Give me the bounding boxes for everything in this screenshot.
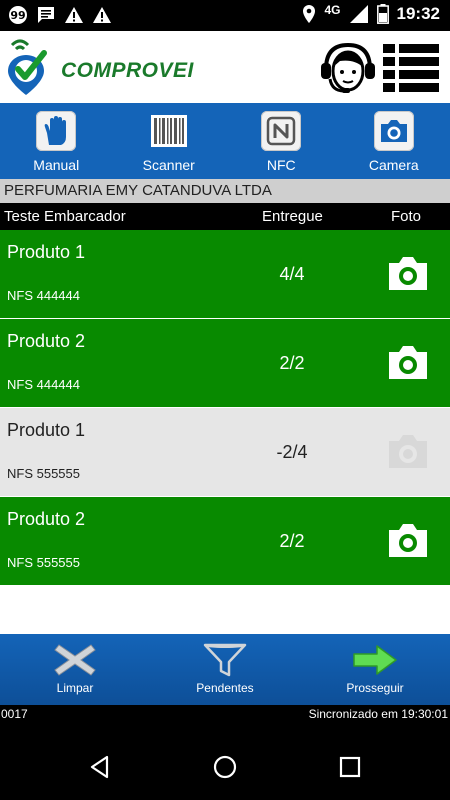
item-name: Produto 2 xyxy=(7,509,86,529)
item-invoice: NFS 555555 xyxy=(7,466,80,481)
mode-nfc-label: NFC xyxy=(266,157,296,173)
capture-mode-toolbar: Manual Scanner NFC Camera xyxy=(0,103,450,179)
proceed-button[interactable]: Prosseguir xyxy=(300,634,450,705)
close-x-icon xyxy=(54,644,96,676)
recents-icon[interactable] xyxy=(338,755,362,779)
pending-filter-button[interactable]: Pendentes xyxy=(150,634,300,705)
item-delivered-count: 2/2 xyxy=(279,353,305,373)
pending-label: Pendentes xyxy=(196,681,254,695)
clear-label: Limpar xyxy=(56,681,94,695)
system-nav-bar xyxy=(0,727,450,800)
filter-funnel-icon xyxy=(203,643,247,677)
item-invoice: NFS 555555 xyxy=(7,555,80,570)
mode-manual-button[interactable]: Manual xyxy=(0,103,113,179)
item-delivered-count: 2/2 xyxy=(279,531,305,551)
camera-icon xyxy=(380,120,407,142)
item-invoice: NFS 444444 xyxy=(7,377,80,392)
mode-manual-label: Manual xyxy=(33,157,80,173)
clock: 19:32 xyxy=(396,4,440,23)
network-type: 4G xyxy=(324,3,341,17)
company-name: PERFUMARIA EMY CATANDUVA LTDA xyxy=(0,179,450,203)
hand-icon xyxy=(44,116,67,145)
item-row[interactable]: Produto 1 NFS 444444 4/4 xyxy=(0,230,450,319)
camera-icon xyxy=(389,435,427,468)
comprovei-logo: COMPROVEI xyxy=(4,37,194,97)
status-bar: 99 4G 19:32 xyxy=(0,0,450,31)
message-icon xyxy=(38,7,54,23)
sync-status: Sincronizado em 19:30:01 xyxy=(308,707,448,721)
camera-icon[interactable] xyxy=(387,521,429,559)
mode-scanner-label: Scanner xyxy=(142,157,195,173)
home-icon[interactable] xyxy=(213,755,237,779)
item-name: Produto 1 xyxy=(7,242,86,262)
item-delivered-count: 4/4 xyxy=(279,264,305,284)
column-delivered: Entregue xyxy=(262,208,323,225)
item-row[interactable]: Produto 2 NFS 444444 2/2 xyxy=(0,319,450,408)
arrow-right-icon xyxy=(353,645,397,675)
battery-icon xyxy=(376,4,389,24)
item-row[interactable]: Produto 1 NFS 555555 -2/4 xyxy=(0,408,450,497)
back-icon[interactable] xyxy=(88,755,112,779)
item-delivered-count: -2/4 xyxy=(276,442,308,462)
device-code: 0017 xyxy=(1,707,28,721)
nfc-icon xyxy=(267,116,296,146)
camera-icon[interactable] xyxy=(387,343,429,381)
table-header: Teste Embarcador Entregue Foto xyxy=(0,203,450,230)
menu-list-icon[interactable] xyxy=(383,42,439,94)
sync-footer: 0017 Sincronizado em 19:30:01 xyxy=(0,705,450,727)
item-row[interactable]: Produto 2 NFS 555555 2/2 xyxy=(0,497,450,586)
mode-camera-label: Camera xyxy=(368,157,419,173)
location-icon xyxy=(302,5,315,23)
logo-pin-icon xyxy=(8,39,47,95)
proceed-label: Prosseguir xyxy=(346,681,404,695)
item-name: Produto 2 xyxy=(7,331,86,351)
chat-bubble-icon: 99 xyxy=(9,6,27,24)
support-agent-icon[interactable] xyxy=(318,39,378,97)
action-toolbar: Limpar Pendentes Prosseguir xyxy=(0,634,450,705)
barcode-icon xyxy=(150,115,187,147)
mode-scanner-button[interactable]: Scanner xyxy=(113,103,226,179)
svg-text:99: 99 xyxy=(10,9,25,22)
item-name: Produto 1 xyxy=(7,420,86,440)
warning-icon xyxy=(65,7,83,23)
logo-text: COMPROVEI xyxy=(61,59,194,82)
warning-icon xyxy=(93,7,111,23)
column-shipper: Teste Embarcador xyxy=(4,208,126,225)
delivery-item-list: Produto 1 NFS 444444 4/4 Produto 2 NFS 4… xyxy=(0,230,450,634)
mode-nfc-button[interactable]: NFC xyxy=(225,103,338,179)
app-header: COMPROVEI xyxy=(0,31,450,103)
signal-icon xyxy=(349,5,368,23)
item-invoice: NFS 444444 xyxy=(7,288,80,303)
camera-icon[interactable] xyxy=(387,254,429,292)
mode-camera-button[interactable]: Camera xyxy=(338,103,450,179)
column-photo: Foto xyxy=(391,208,422,225)
clear-button[interactable]: Limpar xyxy=(0,634,150,705)
